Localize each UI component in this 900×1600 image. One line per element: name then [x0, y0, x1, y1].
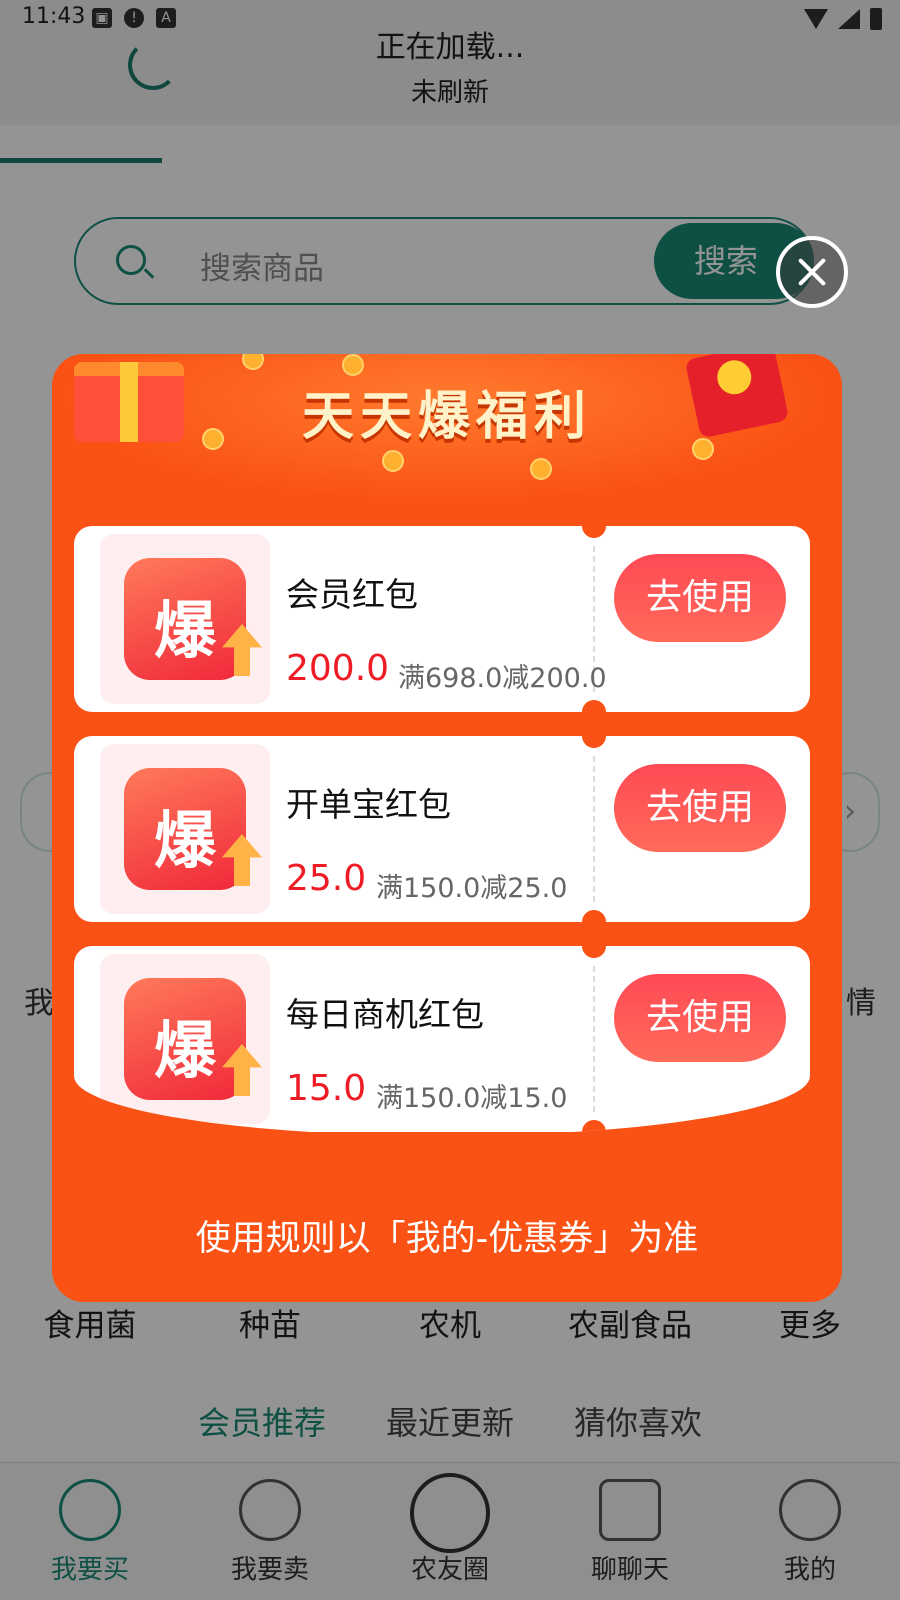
coin-icon	[342, 354, 364, 376]
coupon-list: 爆 会员红包 200.0 满698.0减200.0 去使用 爆 开单宝红包 25…	[74, 526, 810, 1136]
coin-icon	[382, 450, 404, 472]
coupon-notch	[582, 700, 606, 724]
coupon-notch	[582, 526, 606, 538]
coupon-notch	[582, 910, 606, 934]
coupon-condition: 满150.0减25.0	[376, 873, 568, 904]
welfare-popup: 天天爆福利 爆 会员红包 200.0 满698.0减200.0 去使用 爆 开单…	[52, 354, 842, 1302]
coupon-amount: 25.0	[286, 858, 367, 899]
popup-footer-rule: 使用规则以「我的-优惠券」为准	[195, 1219, 699, 1259]
bao-badge-icon: 爆	[124, 768, 262, 890]
badge-char: 爆	[153, 1014, 216, 1087]
close-icon[interactable]	[776, 236, 848, 308]
coupon-thumbnail: 爆	[100, 954, 270, 1124]
coupon-notch	[582, 934, 606, 958]
coupon-name: 开单宝红包	[286, 785, 451, 824]
coupon-thumbnail: 爆	[100, 744, 270, 914]
coupon-divider	[593, 966, 595, 1112]
coupon-condition: 满150.0减15.0	[376, 1083, 568, 1114]
coupon-card: 爆 会员红包 200.0 满698.0减200.0 去使用	[74, 526, 810, 724]
coupon-condition: 满698.0减200.0	[398, 663, 607, 694]
popup-title: 天天爆福利	[301, 387, 592, 447]
coupon-notch	[582, 1120, 606, 1136]
use-coupon-button[interactable]: 去使用	[614, 974, 786, 1062]
coupon-amount: 200.0	[286, 648, 390, 689]
coupon-name: 每日商机红包	[286, 995, 484, 1034]
coupon-card: 爆 每日商机红包 15.0 满150.0减15.0 去使用	[74, 934, 810, 1136]
coupon-divider	[593, 756, 595, 902]
coupon-thumbnail: 爆	[100, 534, 270, 704]
badge-char: 爆	[153, 804, 216, 877]
bao-badge-icon: 爆	[124, 558, 262, 680]
bao-badge-icon: 爆	[124, 978, 262, 1100]
badge-char: 爆	[153, 594, 216, 667]
coin-icon	[530, 458, 552, 480]
coupon-amount: 15.0	[286, 1068, 367, 1109]
coupon-card: 爆 开单宝红包 25.0 满150.0减25.0 去使用	[74, 724, 810, 934]
use-coupon-button[interactable]: 去使用	[614, 764, 786, 852]
coupon-notch	[582, 724, 606, 748]
use-coupon-button[interactable]: 去使用	[614, 554, 786, 642]
coupon-name: 会员红包	[286, 575, 418, 614]
